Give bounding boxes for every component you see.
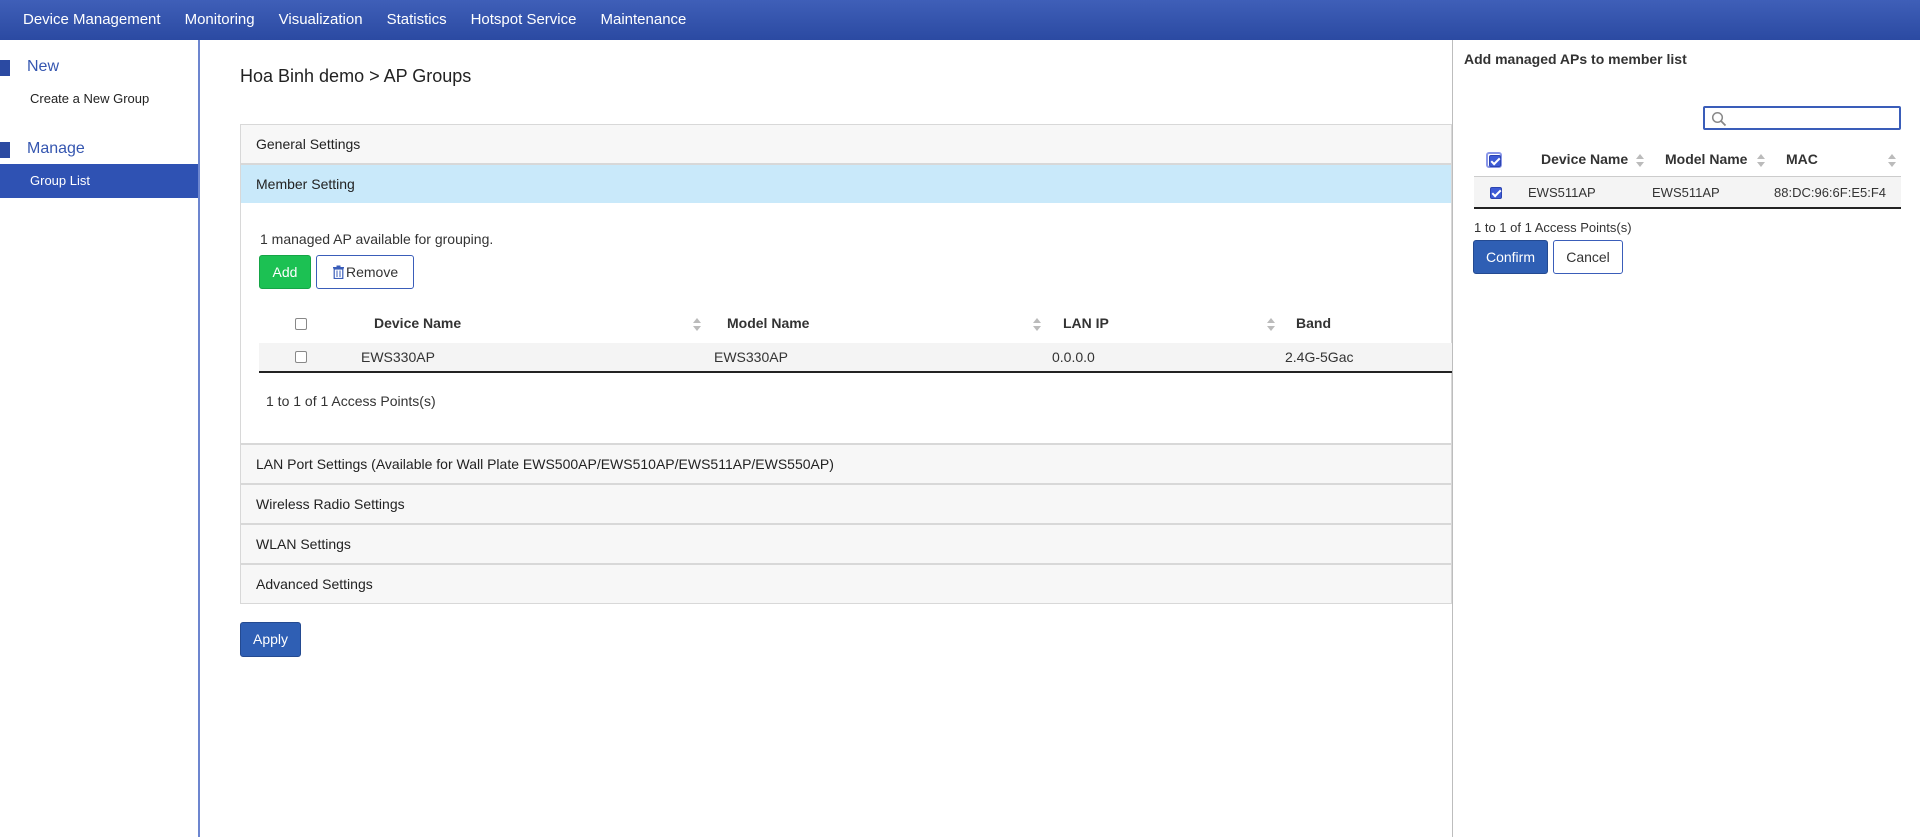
column-device-name[interactable]: Device Name [1541, 151, 1628, 167]
sidebar-section-title: Manage [27, 140, 85, 157]
sidebar-item-create-group[interactable]: Create a New Group [0, 82, 198, 116]
available-ap-text: 1 managed AP available for grouping. [260, 231, 494, 247]
column-band[interactable]: Band [1296, 315, 1331, 331]
dialog-table-count: 1 to 1 of 1 Access Points(s) [1474, 220, 1632, 235]
column-device-name[interactable]: Device Name [374, 315, 461, 331]
remove-button[interactable]: Remove [316, 255, 414, 289]
search-input[interactable] [1729, 109, 1897, 127]
select-all-checkbox[interactable] [1486, 152, 1502, 168]
sidebar: New Create a New Group Manage Group List [0, 40, 200, 837]
top-navigation: Device Management Monitoring Visualizati… [0, 0, 1920, 40]
panel-wlan-settings: WLAN Settings [240, 524, 1452, 564]
cell-mac: 88:DC:96:6F:E5:F4 [1774, 185, 1886, 200]
nav-device-management[interactable]: Device Management [11, 0, 173, 40]
panel-wireless-radio-settings: Wireless Radio Settings [240, 484, 1452, 524]
cell-model-name: EWS330AP [714, 349, 788, 365]
cell-device-name: EWS511AP [1528, 185, 1596, 200]
panel-header-lan-port-settings[interactable]: LAN Port Settings (Available for Wall Pl… [241, 445, 1451, 483]
sidebar-section-new: New [0, 54, 198, 82]
dialog-table-header: Device Name Model Name MAC [1474, 143, 1901, 177]
panel-advanced-settings: Advanced Settings [240, 564, 1452, 604]
nav-maintenance[interactable]: Maintenance [588, 0, 698, 40]
sort-icon[interactable] [1757, 154, 1765, 168]
nav-visualization[interactable]: Visualization [267, 0, 375, 40]
nav-hotspot-service[interactable]: Hotspot Service [459, 0, 589, 40]
sidebar-section-manage: Manage [0, 136, 198, 164]
nav-statistics[interactable]: Statistics [375, 0, 459, 40]
confirm-button[interactable]: Confirm [1473, 240, 1548, 274]
checkbox-checked-mark [1489, 155, 1501, 167]
panel-member-setting: Member Setting 1 managed AP available fo… [240, 164, 1453, 444]
table-row[interactable]: EWS511AP EWS511AP 88:DC:96:6F:E5:F4 [1474, 177, 1901, 209]
table-row[interactable]: EWS330AP EWS330AP 0.0.0.0 2.4G-5Gac [259, 343, 1453, 373]
add-members-dialog: Add managed APs to member list Device Na… [1452, 40, 1920, 837]
sort-icon[interactable] [1888, 154, 1896, 168]
sidebar-section-title: New [27, 58, 60, 75]
row-checkbox[interactable] [1490, 187, 1502, 199]
sort-icon[interactable] [1636, 154, 1644, 168]
panel-general-settings: General Settings [240, 124, 1452, 164]
main-content: Hoa Binh demo > AP Groups General Settin… [240, 40, 1453, 837]
column-model-name[interactable]: Model Name [727, 315, 809, 331]
member-table-header: Device Name Model Name LAN IP Band [259, 307, 1453, 341]
panel-header-wlan-settings[interactable]: WLAN Settings [241, 525, 1451, 563]
column-mac[interactable]: MAC [1786, 151, 1818, 167]
row-checkbox[interactable] [295, 351, 307, 363]
select-all-checkbox[interactable] [295, 318, 307, 330]
sort-icon[interactable] [1267, 318, 1275, 332]
search-field[interactable] [1703, 106, 1901, 130]
section-marker [0, 60, 10, 76]
search-icon [1711, 111, 1727, 127]
trash-icon [333, 265, 344, 279]
panel-header-member-setting[interactable]: Member Setting [241, 165, 1451, 203]
column-model-name[interactable]: Model Name [1665, 151, 1747, 167]
breadcrumb: Hoa Binh demo > AP Groups [240, 66, 472, 86]
cell-lan-ip: 0.0.0.0 [1052, 349, 1095, 365]
sort-icon[interactable] [693, 318, 701, 332]
cancel-button[interactable]: Cancel [1553, 240, 1623, 274]
nav-monitoring[interactable]: Monitoring [173, 0, 267, 40]
sort-icon[interactable] [1033, 318, 1041, 332]
apply-button[interactable]: Apply [240, 622, 301, 657]
section-marker [0, 142, 10, 158]
remove-button-label: Remove [346, 264, 399, 280]
column-lan-ip[interactable]: LAN IP [1063, 315, 1109, 331]
member-table-count: 1 to 1 of 1 Access Points(s) [266, 393, 436, 409]
panel-header-general-settings[interactable]: General Settings [241, 125, 1451, 163]
panel-lan-port-settings: LAN Port Settings (Available for Wall Pl… [240, 444, 1452, 484]
dialog-title: Add managed APs to member list [1464, 51, 1687, 67]
cell-model-name: EWS511AP [1652, 185, 1720, 200]
cell-band: 2.4G-5Gac [1285, 349, 1354, 365]
panel-header-wireless-radio-settings[interactable]: Wireless Radio Settings [241, 485, 1451, 523]
cell-device-name: EWS330AP [361, 349, 435, 365]
panel-header-advanced-settings[interactable]: Advanced Settings [241, 565, 1451, 603]
add-button[interactable]: Add [259, 255, 311, 289]
sidebar-item-group-list[interactable]: Group List [0, 164, 198, 198]
